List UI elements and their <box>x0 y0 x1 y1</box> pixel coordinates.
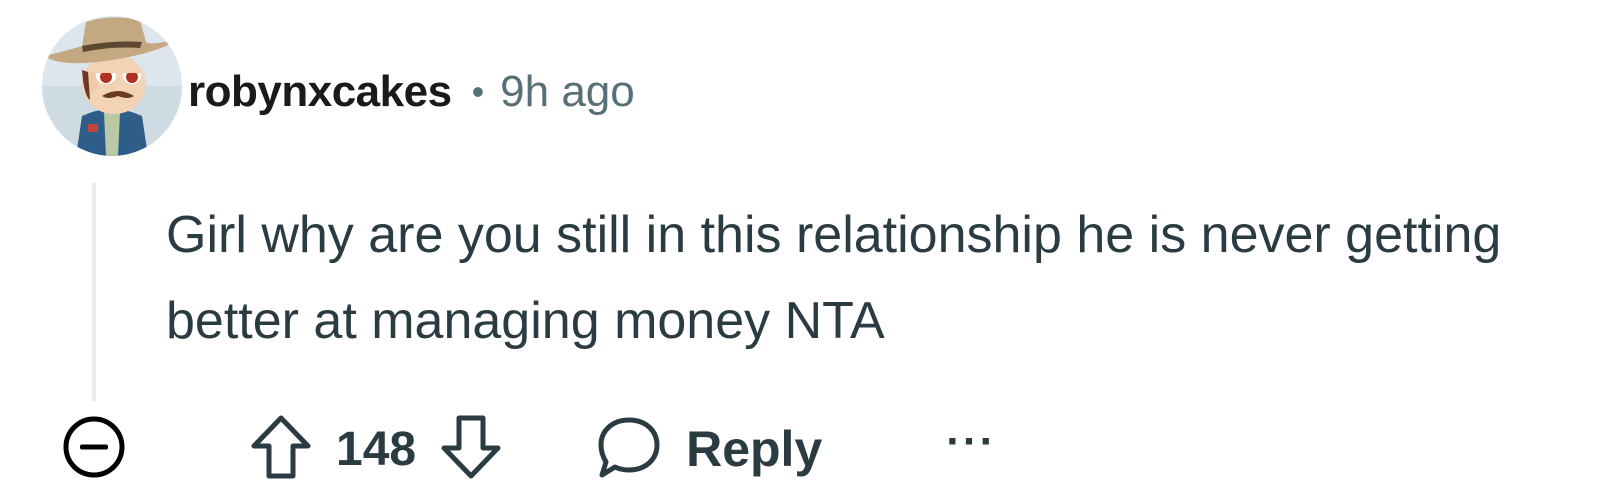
comment: robynxcakes • 9h ago Girl why are you st… <box>0 0 1613 499</box>
username-link[interactable]: robynxcakes <box>188 67 452 117</box>
meta-separator: • <box>471 71 485 112</box>
collapse-minus-icon <box>62 415 126 484</box>
downvote-arrow-icon <box>439 413 503 486</box>
comment-body: Girl why are you still in this relations… <box>166 206 1502 350</box>
upvote-arrow-icon <box>249 413 313 486</box>
thread-line[interactable] <box>92 183 96 401</box>
vote-score: 148 <box>336 422 417 476</box>
downvote-button[interactable] <box>436 413 506 485</box>
more-options-button[interactable]: ··· <box>946 420 996 478</box>
avatar[interactable] <box>42 16 182 156</box>
reply-label: Reply <box>686 421 823 477</box>
upvote-button[interactable] <box>246 413 316 485</box>
speech-bubble-icon <box>596 414 662 485</box>
comment-header: robynxcakes • 9h ago <box>188 62 635 122</box>
vote-control: 148 <box>246 413 506 485</box>
more-options-icon: ··· <box>946 417 997 466</box>
timestamp[interactable]: 9h ago <box>500 67 635 117</box>
collapse-button[interactable] <box>60 415 128 483</box>
comment-action-bar: 148 Reply ··· <box>60 412 996 486</box>
reply-button[interactable]: Reply <box>596 414 822 485</box>
